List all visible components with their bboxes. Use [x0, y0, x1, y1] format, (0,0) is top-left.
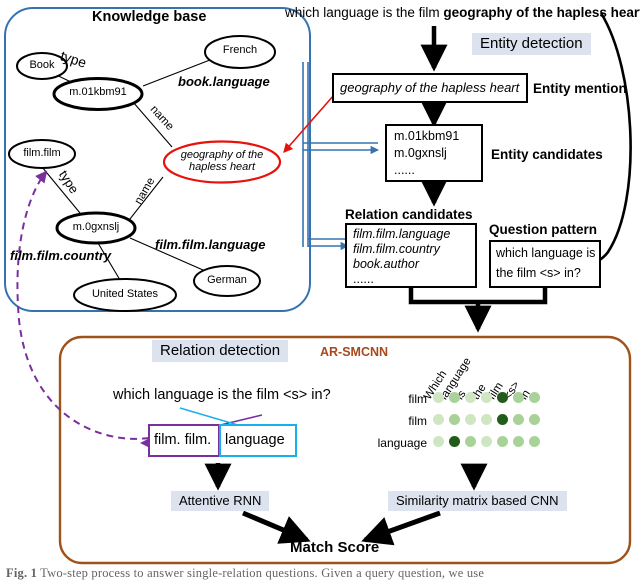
model-name-ar-smcnn: AR-SMCNN: [320, 345, 389, 359]
stage-relation-detection: Relation detection: [152, 340, 289, 362]
figure-caption-rest: Two-step process to answer single-relati…: [37, 566, 485, 580]
relation-detection-pattern-text: which language is the film <s> in?: [113, 387, 331, 403]
relation-candidate-2: film.film.country: [353, 242, 440, 256]
edge-label-book-language: book.language: [178, 74, 270, 89]
matrix-cell: [497, 414, 508, 425]
figure-caption-label-inline: Fig. 1: [6, 566, 38, 580]
figure-caption-body: Fig. 1 Two-step process to answer single…: [6, 566, 484, 580]
relation-part-text-purple: film. film.: [154, 432, 212, 448]
node-label-united-states: United States: [91, 288, 159, 300]
stage-entity-detection: Entity detection: [472, 33, 591, 55]
matrix-cell: [481, 392, 492, 403]
figure-root: which language is the film geography of …: [0, 0, 640, 581]
matrix-cell: [433, 436, 444, 447]
edge-label-name-2: name: [132, 175, 158, 207]
knowledge-base-title: Knowledge base: [92, 9, 207, 25]
entity-candidates-label: Entity candidates: [491, 147, 603, 162]
question-pattern-line-1: which language is: [496, 246, 596, 260]
match-score-label: Match Score: [290, 539, 380, 556]
node-label-geography: geography of the hapless heart: [180, 149, 264, 173]
query-question-entity: geography of the hapless heart: [443, 5, 640, 20]
matrix-cell: [513, 436, 524, 447]
question-pattern-label: Question pattern: [489, 222, 598, 237]
relation-candidate-4: ......: [353, 272, 374, 286]
matrix-row-label-2: language: [377, 436, 427, 450]
matrix-cell: [465, 436, 476, 447]
matrix-cell: [449, 414, 460, 425]
entity-mention-to-kb-arrow: [283, 94, 335, 153]
relation-part-text-cyan: language: [225, 432, 285, 448]
similarity-matrix: Which language is the film <s> in film f…: [378, 352, 560, 462]
question-pattern-line-2: the film <s> in?: [496, 266, 581, 280]
matrix-cell: [513, 392, 524, 403]
module-similarity-cnn: Similarity matrix based CNN: [388, 491, 567, 511]
arrow-rnn-to-score: [242, 510, 311, 544]
matrix-cell: [513, 414, 524, 425]
matrix-cell: [433, 414, 444, 425]
edge-label-film-film-country: film.film.country: [10, 248, 112, 263]
query-question-prefix: which language is the film: [285, 5, 444, 20]
entity-mention-value: geography of the hapless heart: [340, 80, 520, 95]
query-question: which language is the film geography of …: [285, 5, 640, 20]
matrix-row-label-0: film: [408, 392, 427, 406]
matrix-cell: [497, 436, 508, 447]
relation-candidate-3: book.author: [353, 257, 420, 271]
edge-label-film-film-language: film.film.language: [155, 237, 266, 252]
node-label-german: German: [207, 274, 247, 286]
edge-label-type-film: type: [55, 167, 82, 197]
node-label-m01kbm91: m.01kbm91: [69, 86, 127, 98]
relation-candidate-1: film.film.language: [353, 227, 451, 241]
matrix-cell: [433, 392, 444, 403]
arrow-cnn-to-score: [361, 510, 441, 546]
module-attentive-rnn: Attentive RNN: [171, 491, 270, 511]
entity-candidate-3: ......: [394, 163, 415, 177]
matrix-cell: [529, 414, 540, 425]
matrix-cell: [529, 436, 540, 447]
entity-mention-label: Entity mention: [533, 81, 627, 96]
matrix-cell: [449, 392, 460, 403]
matrix-cell: [465, 392, 476, 403]
node-label-m0gxnslj: m.0gxnslj: [72, 221, 120, 233]
matrix-cell: [529, 392, 540, 403]
matrix-cell: [481, 436, 492, 447]
entity-candidate-2: m.0gxnslj: [394, 146, 447, 160]
matrix-cell: [449, 436, 460, 447]
merge-bracket: [408, 287, 548, 305]
matrix-cell: [481, 414, 492, 425]
node-label-french: French: [222, 44, 258, 56]
relation-candidates-label: Relation candidates: [345, 207, 473, 222]
node-label-filmfilm: film.film: [23, 147, 61, 159]
matrix-row-label-1: film: [408, 414, 427, 428]
matrix-cell: [465, 414, 476, 425]
edge-label-name-1: name: [147, 103, 176, 133]
entity-candidate-1: m.01kbm91: [394, 129, 460, 143]
figure-caption-text: Fig. 1 Two-step process to answer single…: [6, 566, 638, 581]
matrix-cell: [497, 392, 508, 403]
